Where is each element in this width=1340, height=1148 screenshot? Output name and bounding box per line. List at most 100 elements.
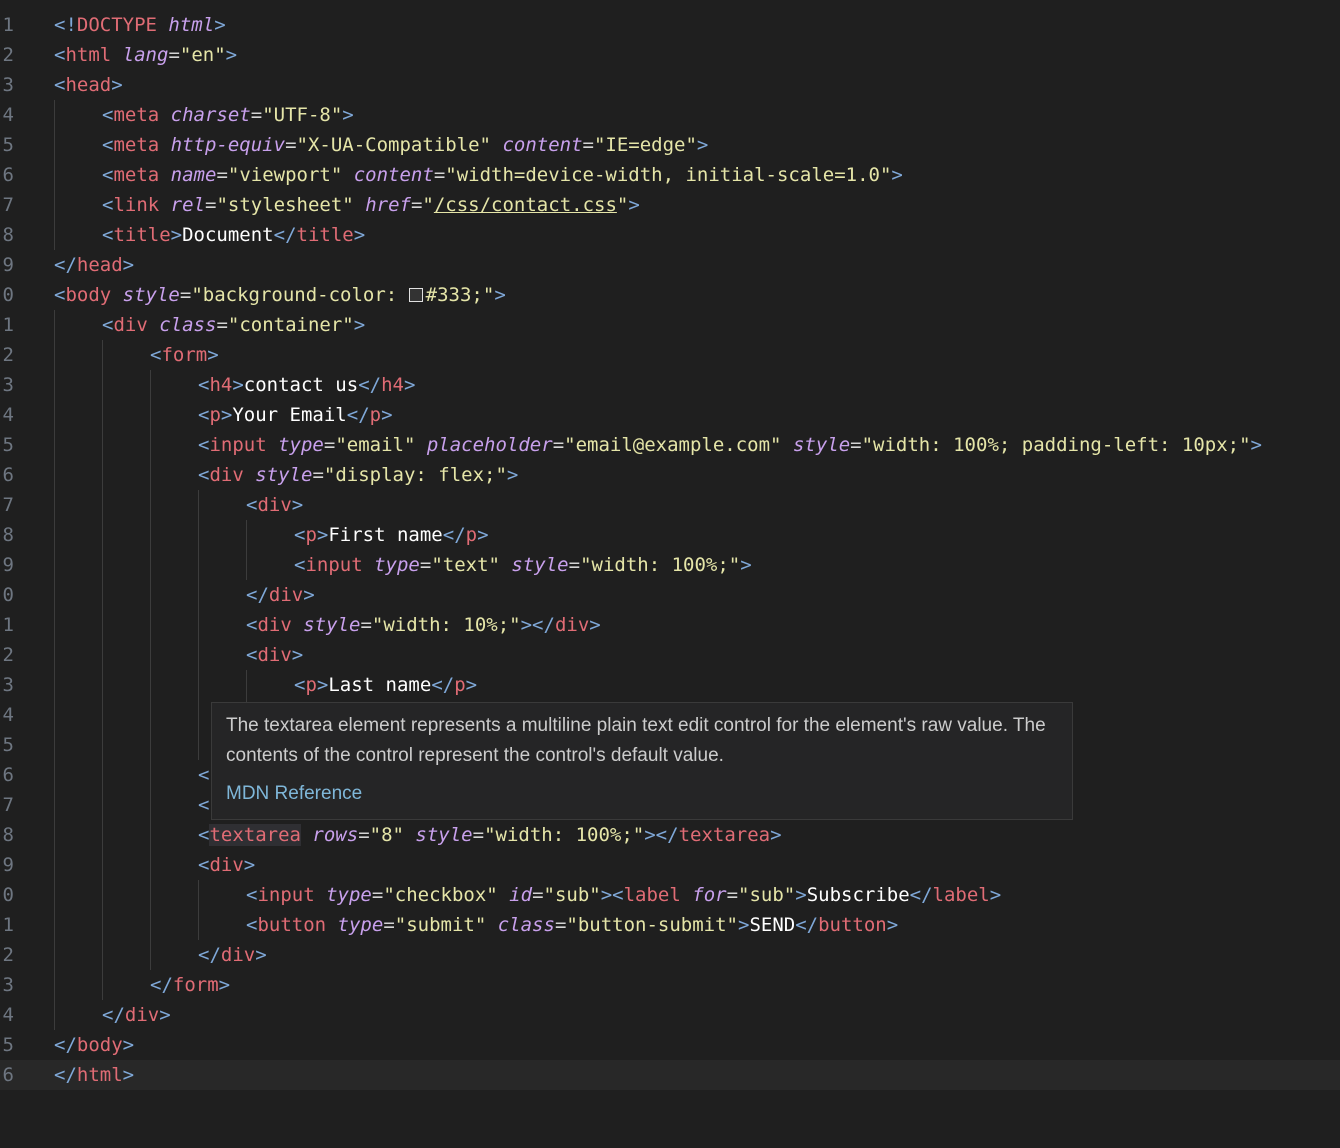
line-number: 0 [2,884,14,906]
line-code: </div> [102,1004,171,1026]
indent-guide [54,610,55,640]
indent-guide [150,880,151,910]
code-line[interactable]: 8 <p>First name</p> [0,520,1340,550]
line-number: 2 [2,344,14,366]
code-line[interactable]: 8 <textarea rows="8" style="width: 100%;"… [0,820,1340,850]
indent-guide [54,460,55,490]
code-line[interactable]: 2 <form> [0,340,1340,370]
code-line[interactable]: 8 <title>Document</title> [0,220,1340,250]
code-line[interactable]: 1 <button type="submit" class="button-sub… [0,910,1340,940]
line-code: <div> [246,644,304,666]
indent-guide [150,850,151,880]
code-line[interactable]: 0 </div> [0,580,1340,610]
line-code: </head> [54,254,135,276]
indent-guide [246,670,247,700]
line-code: <body style="background-color: #333;"> [54,284,506,306]
indent-guide [54,880,55,910]
line-number: 0 [2,284,14,306]
code-line[interactable]: 3 </form> [0,970,1340,1000]
code-line[interactable]: 5 </body> [0,1030,1340,1060]
code-line[interactable]: 3 <head> [0,70,1340,100]
mdn-reference-link[interactable]: MDN Reference [226,783,1058,805]
indent-guide [198,610,199,640]
indent-guide [150,670,151,700]
indent-guide [102,700,103,730]
code-line[interactable]: 0 <input type="checkbox" id="sub"><label … [0,880,1340,910]
line-number: 1 [2,914,14,936]
code-line[interactable]: 4 </div> [0,1000,1340,1030]
code-line[interactable]: 7 <link rel="stylesheet" href="/css/conta… [0,190,1340,220]
indent-guide [150,700,151,730]
indent-guide [54,130,55,160]
tooltip-description: The textarea element represents a multil… [226,715,1046,766]
line-code: <textarea rows="8" style="width: 100%;">… [198,824,782,846]
indent-guide [54,310,55,340]
line-number: 8 [2,824,14,846]
code-line[interactable]: 7 <div> [0,490,1340,520]
indent-guide [54,640,55,670]
line-code: </div> [198,944,267,966]
indent-guide [102,850,103,880]
code-line[interactable]: 1 <!DOCTYPE html> [0,10,1340,40]
code-line[interactable]: 2 <html lang="en"> [0,40,1340,70]
indent-guide [102,400,103,430]
indent-guide [150,370,151,400]
line-number: 2 [2,944,14,966]
indent-guide [54,370,55,400]
hover-tooltip: The textarea element represents a multil… [211,702,1073,820]
line-number: 8 [2,524,14,546]
code-line[interactable]: 9 <input type="text" style="width: 100%;"… [0,550,1340,580]
line-number: 2 [2,44,14,66]
indent-guide [150,820,151,850]
indent-guide [54,160,55,190]
line-number: 5 [2,434,14,456]
code-line[interactable]: 9 <div> [0,850,1340,880]
code-line[interactable]: 3 <p>Last name</p> [0,670,1340,700]
line-code: <div style="display: flex;"> [198,464,519,486]
code-line[interactable]: 2 </div> [0,940,1340,970]
indent-guide [54,760,55,790]
line-code: <p>Your Email</p> [198,404,393,426]
line-number: 1 [2,314,14,336]
code-line[interactable]: 5 <meta http-equiv="X-UA-Compatible" cont… [0,130,1340,160]
indent-guide [54,940,55,970]
indent-guide [54,220,55,250]
indent-guide [102,730,103,760]
code-line[interactable]: 6 </html> [0,1060,1340,1090]
code-line[interactable]: 3 <h4>contact us</h4> [0,370,1340,400]
indent-guide [54,970,55,1000]
line-number: 7 [2,794,14,816]
code-line[interactable]: 4 <p>Your Email</p> [0,400,1340,430]
code-line[interactable]: 5 <input type="email" placeholder="email@… [0,430,1340,460]
code-line[interactable]: 9 </head> [0,250,1340,280]
line-code: < [198,794,210,816]
line-code: <button type="submit" class="button-subm… [246,914,899,936]
code-editor[interactable]: 1 <!DOCTYPE html> 2 <html lang="en"> 3 <head>… [0,10,1340,1090]
indent-guide [150,790,151,820]
line-number: 6 [2,1064,14,1086]
line-code: <meta charset="UTF-8"> [102,104,354,126]
indent-guide [54,700,55,730]
indent-guide [198,490,199,520]
line-code: <p>First name</p> [294,524,489,546]
line-number: 9 [2,554,14,576]
line-code: <div class="container"> [102,314,366,336]
indent-guide [198,520,199,550]
indent-guide [102,580,103,610]
code-line[interactable]: 6 <div style="display: flex;"> [0,460,1340,490]
code-line[interactable]: 1 <div class="container"> [0,310,1340,340]
indent-guide [102,490,103,520]
code-line[interactable]: 4 <meta charset="UTF-8"> [0,100,1340,130]
code-line[interactable]: 6 <meta name="viewport" content="width=de… [0,160,1340,190]
line-number: 5 [2,134,14,156]
code-line[interactable]: 1 <div style="width: 10%;"></div> [0,610,1340,640]
indent-guide [150,430,151,460]
indent-guide [102,880,103,910]
indent-guide [54,850,55,880]
indent-guide [54,790,55,820]
code-line[interactable]: 2 <div> [0,640,1340,670]
line-number: 2 [2,644,14,666]
indent-guide [150,640,151,670]
indent-guide [102,520,103,550]
code-line[interactable]: 0 <body style="background-color: #333;"> [0,280,1340,310]
